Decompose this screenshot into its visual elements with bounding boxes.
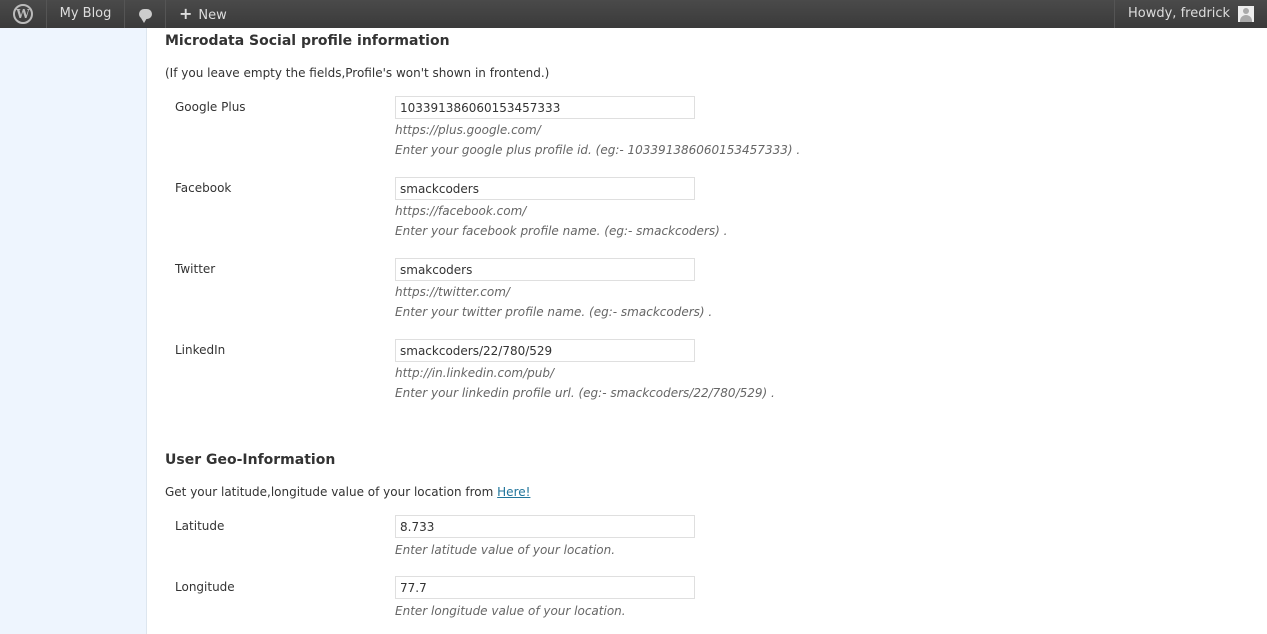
twitter-label: Twitter	[175, 262, 216, 276]
admin-bar: W My Blog + New Howdy, fredrick	[0, 0, 1267, 28]
geo-note-text: Get your latitude,longitude value of you…	[165, 485, 498, 499]
linkedin-input[interactable]	[395, 339, 695, 362]
wordpress-logo-menu[interactable]: W	[0, 0, 47, 28]
geo-section-title: User Geo-Information	[165, 452, 336, 468]
site-name-link[interactable]: My Blog	[47, 0, 125, 28]
new-content-menu[interactable]: + New	[166, 0, 244, 28]
latitude-label: Latitude	[175, 519, 225, 533]
geo-note: Get your latitude,longitude value of you…	[165, 485, 530, 499]
microdata-section-title: Microdata Social profile information	[165, 33, 450, 49]
facebook-input[interactable]	[395, 177, 695, 200]
my-account-menu[interactable]: Howdy, fredrick	[1114, 0, 1267, 28]
linkedin-label: LinkedIn	[175, 343, 226, 357]
linkedin-help: Enter your linkedin profile url. (eg:- s…	[395, 386, 775, 400]
facebook-label: Facebook	[175, 181, 232, 195]
new-content-label: New	[198, 8, 227, 23]
facebook-help: Enter your facebook profile name. (eg:- …	[395, 224, 728, 238]
avatar	[1238, 6, 1254, 22]
longitude-label: Longitude	[175, 580, 235, 594]
howdy-label: Howdy, fredrick	[1128, 6, 1231, 21]
google-plus-help: Enter your google plus profile id. (eg:-…	[395, 143, 801, 157]
comment-bubble-icon	[138, 9, 152, 23]
google-plus-label: Google Plus	[175, 100, 246, 114]
geo-here-link[interactable]: Here!	[497, 485, 530, 499]
microdata-note: (If you leave empty the fields,Profile's…	[165, 66, 550, 80]
latitude-help: Enter latitude value of your location.	[395, 543, 616, 557]
wordpress-logo-icon: W	[13, 4, 33, 24]
twitter-prefix: https://twitter.com/	[395, 285, 510, 299]
plus-icon: +	[179, 4, 193, 23]
twitter-input[interactable]	[395, 258, 695, 281]
google-plus-prefix: https://plus.google.com/	[395, 123, 541, 137]
google-plus-input[interactable]	[395, 96, 695, 119]
longitude-help: Enter longitude value of your location.	[395, 604, 626, 618]
twitter-help: Enter your twitter profile name. (eg:- s…	[395, 305, 713, 319]
facebook-prefix: https://facebook.com/	[395, 204, 527, 218]
linkedin-prefix: http://in.linkedin.com/pub/	[395, 366, 555, 380]
comments-link[interactable]	[125, 0, 166, 28]
longitude-input[interactable]	[395, 576, 695, 599]
latitude-input[interactable]	[395, 515, 695, 538]
admin-sidebar	[0, 28, 147, 634]
